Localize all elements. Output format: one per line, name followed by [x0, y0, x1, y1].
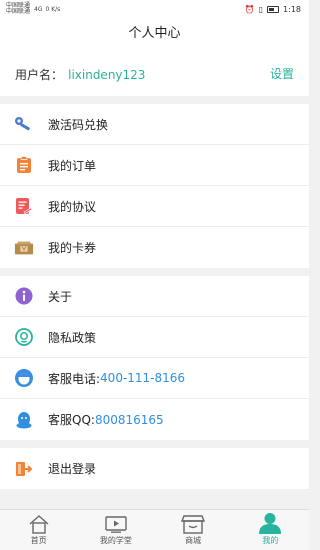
agreement-icon	[14, 196, 34, 216]
tab-home[interactable]: 首页	[0, 512, 77, 550]
video-icon	[104, 512, 128, 534]
key-icon	[14, 114, 34, 134]
alarm-icon: ⏰	[244, 4, 255, 14]
menu-item-label: 关于	[48, 289, 73, 304]
menu-item-label: 我的订单	[48, 158, 97, 173]
menu-item-logout[interactable]: 退出登录	[0, 448, 309, 489]
status-bar: 中国联通 中国联通 4G 0 K/s ⏰ ▯ 1:18	[0, 0, 309, 18]
coupon-icon	[14, 238, 34, 258]
vibrate-icon: ▯	[258, 4, 264, 14]
battery-icon	[267, 5, 280, 13]
bottom-tab-bar: 首页 我的学堂 商城 我的	[0, 509, 309, 550]
status-right: ⏰ ▯ 1:18	[245, 5, 301, 14]
menu-item-label: 我的协议	[48, 199, 97, 214]
menu-item-my-coupons[interactable]: 我的卡券	[0, 227, 309, 268]
shop-icon	[181, 512, 206, 534]
order-icon	[14, 155, 34, 175]
tab-mine[interactable]: 我的	[232, 512, 309, 550]
menu-group-info: 关于 隐私政策 客服电话: 400-111-8166 客服QQ: 8008161…	[0, 276, 309, 440]
menu-item-customer-phone[interactable]: 客服电话: 400-111-8166	[0, 358, 309, 399]
menu-item-label: 激活码兑换	[48, 117, 109, 132]
info-icon	[14, 286, 34, 306]
settings-button[interactable]: 设置	[270, 65, 294, 82]
tab-label: 首页	[30, 536, 47, 545]
network-speed: 0 K/s	[45, 5, 61, 13]
page-title: 个人中心	[0, 18, 309, 50]
menu-group-account: 激活码兑换 我的订单 我的协议 我的卡券	[0, 104, 309, 268]
carrier-2: 中国联通	[6, 8, 31, 15]
tab-label: 我的	[262, 536, 279, 545]
username-label: 用户名：	[15, 67, 64, 82]
person-icon	[258, 512, 282, 534]
customer-phone-number[interactable]: 400-111-8166	[100, 371, 185, 385]
menu-item-my-orders[interactable]: 我的订单	[0, 145, 309, 186]
menu-item-label: 客服QQ:	[48, 413, 95, 427]
network-type: 4G	[34, 5, 43, 13]
menu-item-about[interactable]: 关于	[0, 276, 309, 317]
user-info-row: 用户名： lixindeny123 设置	[0, 50, 309, 96]
tab-label: 我的学堂	[99, 536, 132, 545]
menu-group-logout: 退出登录	[0, 448, 309, 489]
carrier-info: 中国联通 中国联通	[6, 3, 30, 15]
qq-icon	[14, 410, 34, 430]
menu-item-my-agreements[interactable]: 我的协议	[0, 186, 309, 227]
tab-shop[interactable]: 商城	[155, 512, 232, 550]
tab-my-classroom[interactable]: 我的学堂	[77, 512, 154, 550]
menu-item-customer-qq[interactable]: 客服QQ: 800816165	[0, 399, 309, 440]
logout-icon	[14, 459, 34, 479]
menu-item-privacy-policy[interactable]: 隐私政策	[0, 317, 309, 358]
tab-label: 商城	[185, 536, 202, 545]
network-info: 4G 0 K/s	[30, 6, 245, 13]
username-block: 用户名： lixindeny123	[15, 64, 145, 83]
menu-item-label: 我的卡券	[48, 241, 97, 255]
customer-service-icon	[14, 368, 34, 388]
clock: 1:18	[283, 4, 301, 14]
menu-item-label: 隐私政策	[48, 330, 97, 345]
privacy-icon	[14, 327, 34, 347]
menu-item-activation-code[interactable]: 激活码兑换	[0, 104, 309, 145]
menu-item-label: 退出登录	[48, 462, 97, 476]
home-icon	[28, 512, 50, 534]
menu-item-label: 客服电话:	[48, 371, 101, 386]
customer-qq-number[interactable]: 800816165	[95, 413, 164, 427]
username-value: lixindeny123	[68, 67, 146, 82]
